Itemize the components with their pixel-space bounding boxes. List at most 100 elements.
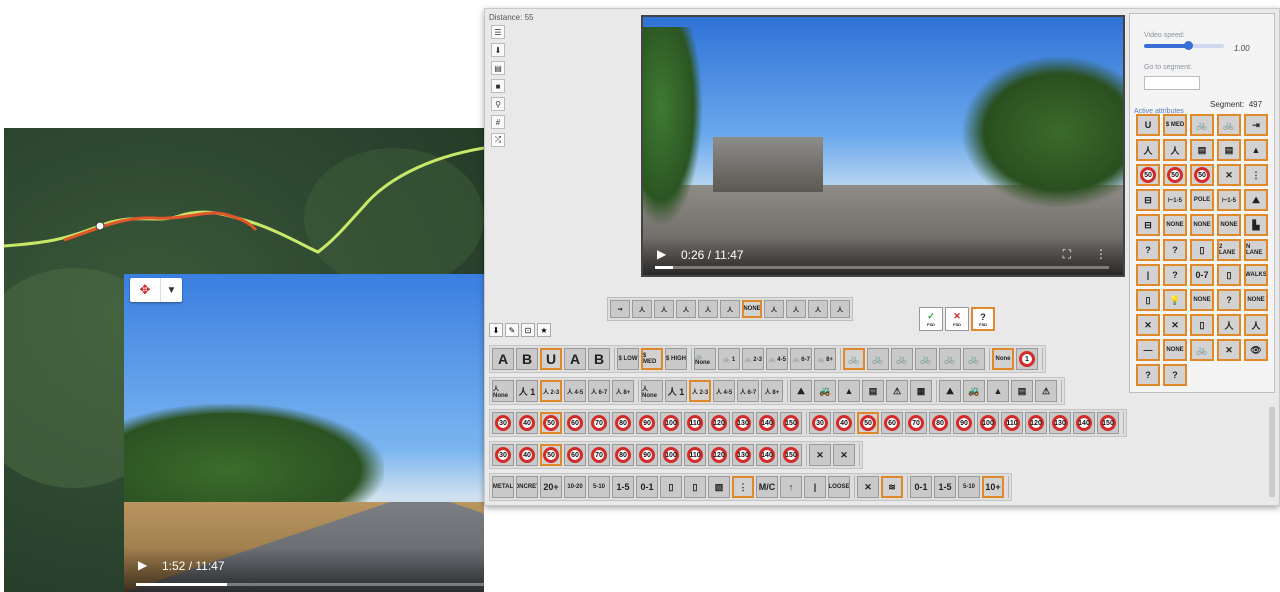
locate-icon[interactable]: ✥: [130, 278, 160, 302]
attribute-button[interactable]: |: [804, 476, 826, 498]
attribute-button[interactable]: 30: [809, 412, 831, 434]
attribute-button[interactable]: 120: [1025, 412, 1047, 434]
attribute-button[interactable]: ⊢1-5: [1217, 189, 1241, 211]
attribute-button[interactable]: M/C: [756, 476, 778, 498]
attribute-button[interactable]: 人 None: [492, 380, 514, 402]
play-icon[interactable]: ▶: [138, 558, 147, 572]
attribute-button[interactable]: 0-7: [1190, 264, 1214, 286]
attribute-button[interactable]: ▯: [660, 476, 682, 498]
attribute-button[interactable]: 人: [1217, 314, 1241, 336]
attribute-button[interactable]: 🚲: [963, 348, 985, 370]
attribute-button[interactable]: 60: [564, 444, 586, 466]
attribute-button[interactable]: 人 1: [665, 380, 687, 402]
attribute-button[interactable]: NONE: [742, 300, 762, 318]
map-view[interactable]: ✥ ▼ ▶ 1:52 / 11:47 ◀) ⛶ ⋮: [4, 128, 484, 592]
attribute-button[interactable]: 💡: [1163, 289, 1187, 311]
speed-slider[interactable]: [1144, 41, 1224, 50]
attribute-button[interactable]: 110: [684, 412, 706, 434]
attribute-button[interactable]: 🚲 1: [718, 348, 740, 370]
attribute-button[interactable]: ⚠: [1035, 380, 1057, 402]
attribute-button[interactable]: 🚲: [1190, 114, 1214, 136]
attribute-button[interactable]: ▤: [1217, 139, 1241, 161]
attribute-button[interactable]: ?: [1163, 239, 1187, 261]
attribute-button[interactable]: ▲: [987, 380, 1009, 402]
attribute-button[interactable]: 🚲 4-5: [766, 348, 788, 370]
attribute-button[interactable]: 50: [857, 412, 879, 434]
attribute-button[interactable]: 130: [732, 412, 754, 434]
confirm-button[interactable]: ✓ FSD: [919, 307, 943, 331]
attribute-button[interactable]: ▲: [838, 380, 860, 402]
attribute-button[interactable]: 🚲: [843, 348, 865, 370]
attribute-button[interactable]: 100: [660, 444, 682, 466]
attribute-button[interactable]: 10-20: [564, 476, 586, 498]
attribute-button[interactable]: 人 1: [516, 380, 538, 402]
attribute-button[interactable]: ▲: [1244, 139, 1268, 161]
attribute-button[interactable]: 人 None: [641, 380, 663, 402]
attribute-button[interactable]: N LANE: [1244, 239, 1268, 261]
attribute-button[interactable]: 人: [720, 300, 740, 318]
goto-segment-input[interactable]: [1144, 76, 1200, 90]
attribute-button[interactable]: 1: [1016, 348, 1038, 370]
attribute-button[interactable]: LOOSE: [828, 476, 850, 498]
attribute-button[interactable]: ✕: [833, 444, 855, 466]
attribute-button[interactable]: 🚲: [891, 348, 913, 370]
attribute-button[interactable]: 🚲: [867, 348, 889, 370]
attribute-button[interactable]: 🚜: [963, 380, 985, 402]
attribute-button[interactable]: 60: [564, 412, 586, 434]
attribute-button[interactable]: CONCRETE: [516, 476, 538, 498]
attribute-button[interactable]: NONE: [1190, 289, 1214, 311]
attribute-button[interactable]: ✕: [1136, 314, 1160, 336]
attribute-button[interactable]: 40: [516, 412, 538, 434]
attribute-button[interactable]: ↑: [780, 476, 802, 498]
attribute-button[interactable]: 🚜: [814, 380, 836, 402]
attribute-button[interactable]: 70: [588, 412, 610, 434]
attribute-button[interactable]: 🚲 6-7: [790, 348, 812, 370]
attribute-button[interactable]: $ MED: [641, 348, 663, 370]
attribute-button[interactable]: |: [1136, 264, 1160, 286]
attribute-button[interactable]: 110: [1001, 412, 1023, 434]
attribute-button[interactable]: ✕: [1217, 164, 1241, 186]
main-video-player[interactable]: ▶ 0:26 / 11:47 ⛶ ⋮: [641, 15, 1125, 277]
attribute-button[interactable]: 人: [830, 300, 850, 318]
attribute-button[interactable]: 人: [698, 300, 718, 318]
download-icon[interactable]: ⬇: [491, 43, 505, 57]
attribute-button[interactable]: 人: [764, 300, 784, 318]
attribute-button[interactable]: None: [992, 348, 1014, 370]
attribute-button[interactable]: A: [492, 348, 514, 370]
attribute-button[interactable]: 🚲 8+: [814, 348, 836, 370]
attribute-button[interactable]: 10+: [982, 476, 1004, 498]
scrollbar[interactable]: [1269, 407, 1275, 497]
play-icon[interactable]: ▶: [657, 247, 666, 261]
attribute-button[interactable]: 130: [1049, 412, 1071, 434]
category-tab[interactable]: ⊡: [521, 323, 535, 337]
attribute-button[interactable]: ⊟: [1136, 214, 1160, 236]
video-icon[interactable]: ■: [491, 79, 505, 93]
attribute-button[interactable]: 120: [708, 444, 730, 466]
attribute-button[interactable]: 1-5: [612, 476, 634, 498]
category-tab[interactable]: ⬇: [489, 323, 503, 337]
attribute-button[interactable]: 人 8+: [761, 380, 783, 402]
map-video-player[interactable]: ✥ ▼ ▶ 1:52 / 11:47 ◀) ⛶ ⋮: [124, 274, 484, 592]
attribute-button[interactable]: 90: [953, 412, 975, 434]
attribute-button[interactable]: ⊢1-5: [1163, 189, 1187, 211]
attribute-button[interactable]: 40: [833, 412, 855, 434]
attribute-button[interactable]: 5-10: [588, 476, 610, 498]
attribute-button[interactable]: 🚲: [939, 348, 961, 370]
attribute-button[interactable]: 人: [654, 300, 674, 318]
attribute-button[interactable]: 🚲 None: [694, 348, 716, 370]
attribute-button[interactable]: 90: [636, 444, 658, 466]
pin-alt-icon[interactable]: #: [491, 115, 505, 129]
attribute-button[interactable]: 2 LANE: [1217, 239, 1241, 261]
attribute-button[interactable]: 人: [786, 300, 806, 318]
attribute-button[interactable]: 人 4-5: [564, 380, 586, 402]
attribute-button[interactable]: 人: [1136, 139, 1160, 161]
attribute-button[interactable]: 140: [1073, 412, 1095, 434]
attribute-button[interactable]: 🚲: [1217, 114, 1241, 136]
attribute-button[interactable]: $ LOW: [617, 348, 639, 370]
attribute-button[interactable]: 🚲 2-3: [742, 348, 764, 370]
attribute-button[interactable]: 90: [636, 412, 658, 434]
attribute-button[interactable]: 50: [540, 412, 562, 434]
category-tab[interactable]: ✎: [505, 323, 519, 337]
attribute-button[interactable]: 150: [780, 412, 802, 434]
layers-icon[interactable]: ▤: [491, 61, 505, 75]
